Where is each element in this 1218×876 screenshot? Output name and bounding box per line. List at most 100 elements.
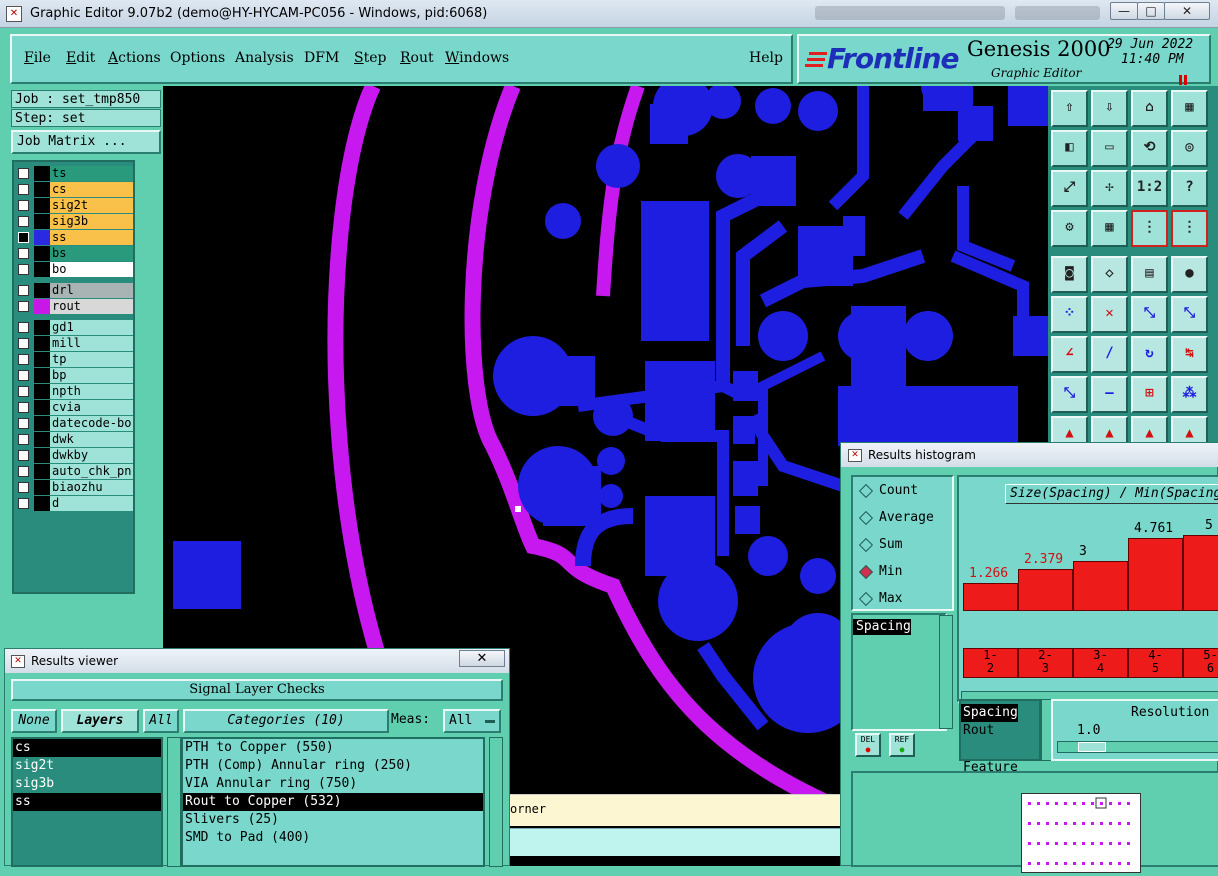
layer-row-bs[interactable]: bs xyxy=(16,246,133,261)
bin-range-label[interactable]: 2- 3 xyxy=(1018,648,1073,678)
menu-step[interactable]: Step xyxy=(354,50,386,66)
layer-checkbox[interactable] xyxy=(18,498,29,509)
layer-name[interactable]: biaozhu xyxy=(50,480,133,495)
layer-row-dwk[interactable]: dwk xyxy=(16,432,133,447)
layer-name[interactable]: auto_chk_pn xyxy=(50,464,133,479)
layer-checkbox[interactable] xyxy=(18,301,29,312)
tool-button-pad-icon[interactable]: ● xyxy=(1171,256,1208,293)
close-button[interactable]: ✕ xyxy=(459,650,505,667)
layer-name[interactable]: sig3b xyxy=(50,214,133,229)
layer-row-rout[interactable]: rout xyxy=(16,299,133,314)
close-button[interactable]: ✕ xyxy=(1164,2,1210,20)
all-button[interactable]: All xyxy=(143,709,179,733)
layer-row-sig2t[interactable]: sig2t xyxy=(16,198,133,213)
filter-list[interactable]: Spacing Rout Feature xyxy=(959,699,1041,775)
histogram-bar[interactable] xyxy=(1128,538,1183,611)
radio-indicator[interactable] xyxy=(858,537,874,552)
layer-color-swatch[interactable] xyxy=(34,496,50,511)
layer-color-swatch[interactable] xyxy=(34,246,50,261)
tool-button-zoom-home-icon[interactable]: ⇧ xyxy=(1051,90,1088,127)
layer-checkbox[interactable] xyxy=(18,402,29,413)
layer-checkbox[interactable] xyxy=(18,466,29,477)
tool-button-grid-toggle-icon[interactable]: ▦ xyxy=(1091,210,1128,247)
tool-button-mirror-icon[interactable]: ↹ xyxy=(1171,336,1208,373)
layer-name[interactable]: gd1 xyxy=(50,320,133,335)
layer-checkbox[interactable] xyxy=(18,434,29,445)
layer-color-swatch[interactable] xyxy=(34,432,50,447)
layer-color-swatch[interactable] xyxy=(34,336,50,351)
layer-checkbox[interactable] xyxy=(18,338,29,349)
layer-color-swatch[interactable] xyxy=(34,448,50,463)
layer-row-auto_chk_pn[interactable]: auto_chk_pn xyxy=(16,464,133,479)
category-list-scrollbar[interactable] xyxy=(489,737,503,867)
tool-button-ruler-icon[interactable]: ▤ xyxy=(1131,256,1168,293)
layer-result-item[interactable]: sig3b xyxy=(13,775,161,793)
histogram-bar[interactable] xyxy=(1183,535,1218,611)
layer-checkbox[interactable] xyxy=(18,264,29,275)
layer-name[interactable]: dwk xyxy=(50,432,133,447)
filter-item[interactable]: Spacing xyxy=(961,704,1018,722)
board-overview[interactable] xyxy=(1021,793,1141,873)
radio-indicator[interactable] xyxy=(858,591,874,606)
layer-name[interactable]: bp xyxy=(50,368,133,383)
category-item[interactable]: PTH to Copper (550) xyxy=(183,739,483,757)
histogram-bar[interactable] xyxy=(1018,569,1073,611)
ref-button[interactable]: REF ● xyxy=(889,733,915,757)
layer-checkbox[interactable] xyxy=(18,482,29,493)
tool-button-help-icon[interactable]: ? xyxy=(1171,170,1208,207)
layer-name[interactable]: cvia xyxy=(50,400,133,415)
layer-color-swatch[interactable] xyxy=(34,480,50,495)
menu-analysis[interactable]: Analysis xyxy=(235,50,294,66)
none-button[interactable]: None xyxy=(11,709,57,733)
menu-file[interactable]: File xyxy=(24,50,51,66)
bin-range-label[interactable]: 1- 2 xyxy=(963,648,1018,678)
layer-checkbox[interactable] xyxy=(18,285,29,296)
bin-range-label[interactable]: 3- 4 xyxy=(1073,648,1128,678)
tool-button-settings-icon[interactable]: ⚙ xyxy=(1051,210,1088,247)
layer-color-swatch[interactable] xyxy=(34,416,50,431)
bin-range-label[interactable]: 4- 5 xyxy=(1128,648,1183,678)
layer-color-swatch[interactable] xyxy=(34,283,50,298)
layer-checkbox[interactable] xyxy=(18,248,29,259)
layer-name[interactable]: drl xyxy=(50,283,133,298)
layer-result-item[interactable]: sig2t xyxy=(13,757,161,775)
layer-row-ss[interactable]: ss xyxy=(16,230,133,245)
layer-color-swatch[interactable] xyxy=(34,299,50,314)
del-button[interactable]: DEL ● xyxy=(855,733,881,757)
layer-row-datecode-bo[interactable]: datecode-bo xyxy=(16,416,133,431)
layer-row-d[interactable]: d xyxy=(16,496,133,511)
category-item[interactable]: SMD to Pad (400) xyxy=(183,829,483,847)
layer-name[interactable]: mill xyxy=(50,336,133,351)
measure-list[interactable]: Spacing xyxy=(851,613,947,731)
histogram-bar[interactable] xyxy=(963,583,1018,611)
bin-range-label[interactable]: 5- 6 xyxy=(1183,648,1218,678)
mode-radio-max[interactable]: Max xyxy=(858,591,902,606)
category-item[interactable]: Rout to Copper (532) xyxy=(183,793,483,811)
category-item[interactable]: VIA Annular ring (750) xyxy=(183,775,483,793)
tool-button-connect-icon[interactable]: ⁘ xyxy=(1051,296,1088,333)
layer-name[interactable]: sig2t xyxy=(50,198,133,213)
layer-color-swatch[interactable] xyxy=(34,384,50,399)
layer-name[interactable]: datecode-bo xyxy=(50,416,133,431)
layer-color-swatch[interactable] xyxy=(34,182,50,197)
category-list[interactable]: PTH to Copper (550) PTH (Comp) Annular ri… xyxy=(181,737,485,867)
minimize-button[interactable]: — xyxy=(1110,2,1138,20)
layer-row-dwkby[interactable]: dwkby xyxy=(16,448,133,463)
layer-checkbox[interactable] xyxy=(18,370,29,381)
tool-button-dash-icon[interactable]: — xyxy=(1091,376,1128,413)
tool-button-snap-alt-icon[interactable]: ⋮ xyxy=(1171,210,1208,247)
tool-button-pan-right-icon[interactable]: ▭ xyxy=(1091,130,1128,167)
tool-button-select-icon[interactable]: ◙ xyxy=(1051,256,1088,293)
layer-checkbox[interactable] xyxy=(18,450,29,461)
tool-button-move-icon[interactable]: ⤡ xyxy=(1131,296,1168,333)
layer-row-gd1[interactable]: gd1 xyxy=(16,320,133,335)
layer-name[interactable]: bo xyxy=(50,262,133,277)
job-matrix-button[interactable]: Job Matrix ... xyxy=(11,130,161,154)
layer-color-swatch[interactable] xyxy=(34,166,50,181)
resolution-slider[interactable] xyxy=(1057,741,1218,753)
layer-row-bo[interactable]: bo xyxy=(16,262,133,277)
tool-button-line-icon[interactable]: / xyxy=(1091,336,1128,373)
layer-color-swatch[interactable] xyxy=(34,214,50,229)
layer-list-scrollbar[interactable] xyxy=(141,160,159,594)
tool-button-add-icon[interactable]: ⤡ xyxy=(1051,376,1088,413)
